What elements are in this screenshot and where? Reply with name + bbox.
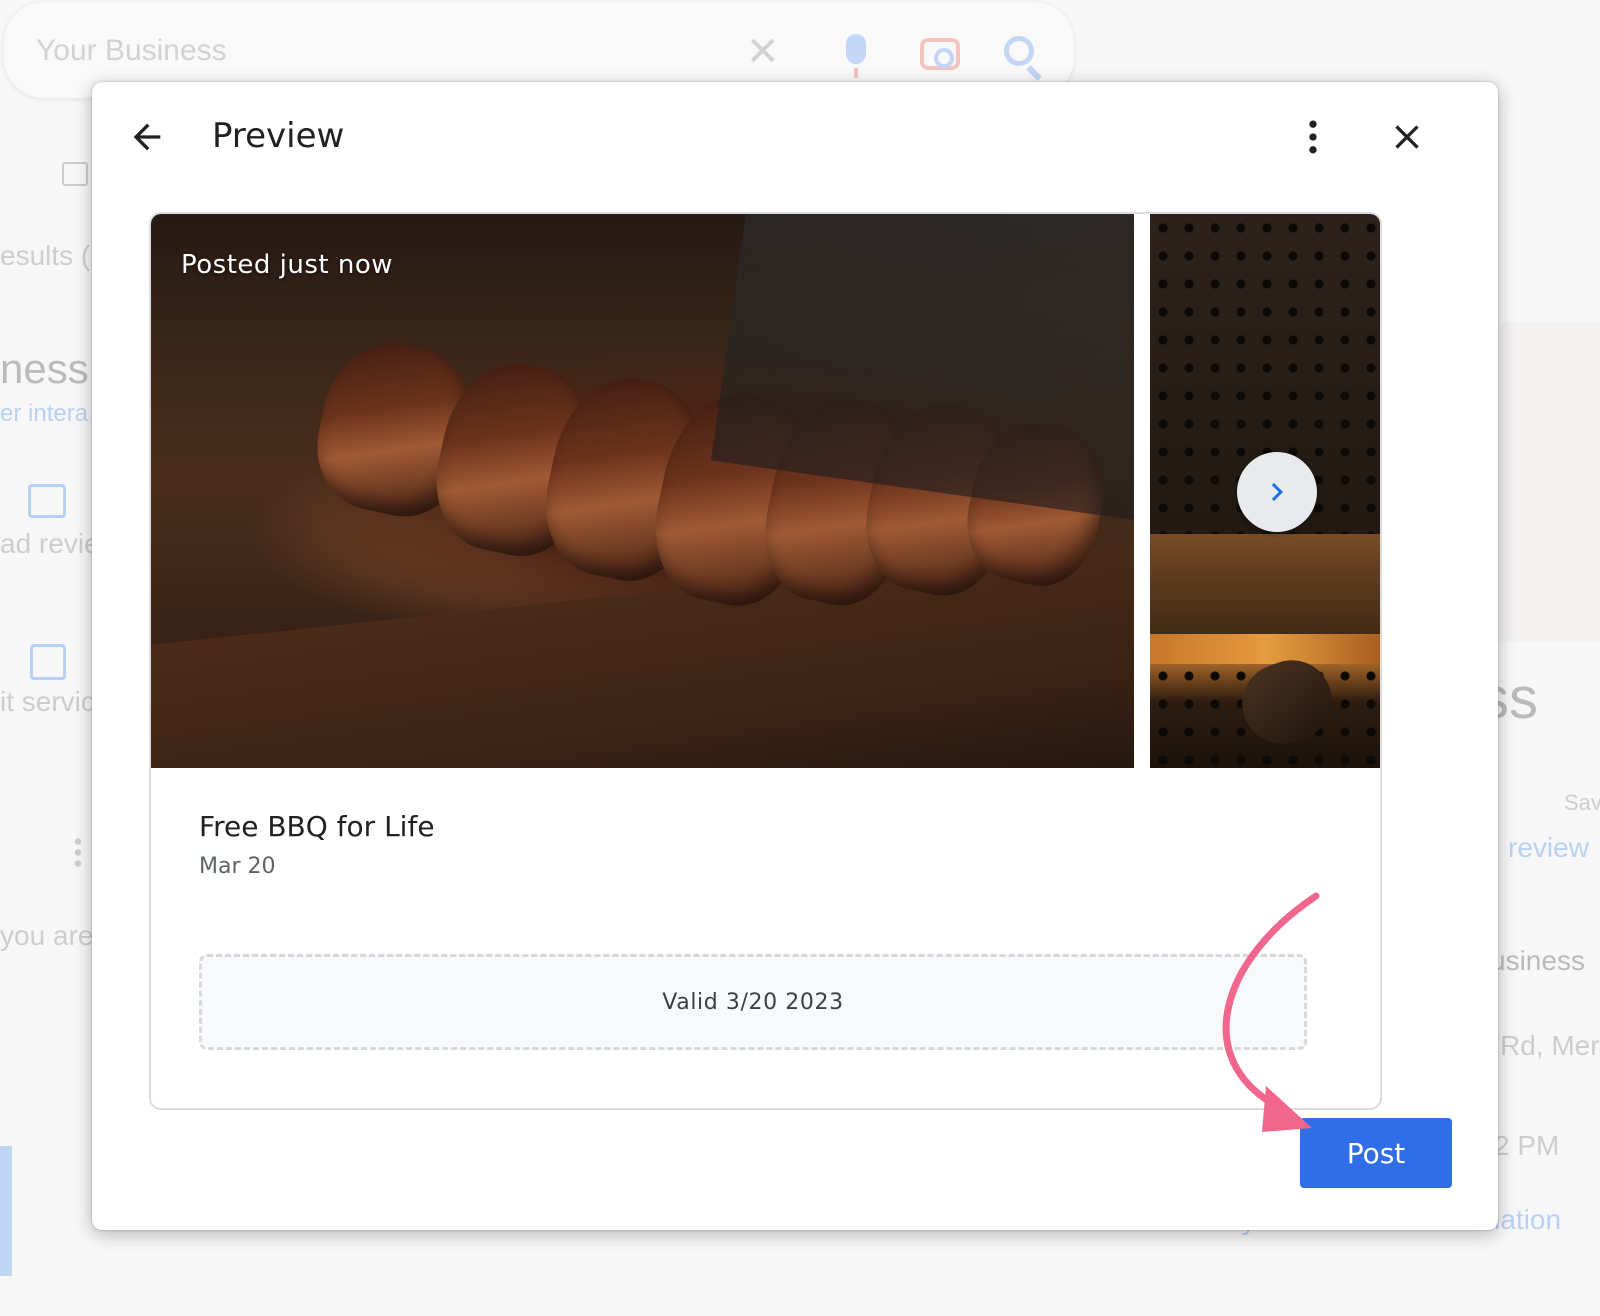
background-search-text: Your Business: [36, 34, 227, 67]
background-map: [1500, 322, 1600, 642]
back-button[interactable]: [122, 112, 172, 162]
offer-validity-text: Valid 3/20 2023: [662, 989, 844, 1015]
background-text: you are: [0, 920, 94, 951]
dialog-title: Preview: [212, 116, 345, 156]
background-review-icon: [28, 484, 66, 518]
photo-detail: [1231, 649, 1343, 755]
background-list-icon: [30, 644, 66, 680]
post-title: Free BBQ for Life: [199, 810, 435, 843]
background-text: ness: [0, 345, 89, 392]
background-text: 2 PM: [1494, 1130, 1560, 1161]
post-photo-steak: Posted just now: [151, 214, 1134, 768]
background-clear-icon: ✕: [746, 30, 780, 74]
background-mic-icon: [846, 34, 866, 78]
background-photo-icon: [62, 162, 88, 186]
more-vert-icon: [1309, 120, 1317, 154]
background-blue-edge: [0, 1146, 12, 1276]
background-text: usiness: [1490, 945, 1585, 976]
arrow-left-icon: [133, 123, 161, 151]
post-date: Mar 20: [199, 854, 276, 879]
background-text: review: [1508, 832, 1589, 863]
close-button[interactable]: [1382, 112, 1432, 162]
background-search-icon: [1004, 36, 1034, 66]
background-text: ad revie: [0, 528, 100, 559]
background-text: er intera: [0, 400, 89, 427]
post-preview-card: Posted just now Free BBQ for Life Mar 20…: [149, 212, 1382, 1110]
more-options-button[interactable]: [1288, 112, 1338, 162]
close-icon: [1395, 125, 1419, 149]
background-text: esults (: [0, 240, 91, 271]
photo-divider: [1134, 214, 1150, 768]
background-text: Sav: [1564, 790, 1600, 815]
background-camera-icon: [920, 38, 960, 70]
photo-detail: [1150, 634, 1380, 664]
chevron-right-icon: [1271, 483, 1283, 501]
next-photo-button[interactable]: [1237, 452, 1317, 532]
offer-validity-box: Valid 3/20 2023: [199, 954, 1307, 1050]
background-more-icon: [74, 836, 82, 868]
post-button[interactable]: Post: [1300, 1118, 1452, 1188]
posted-time-label: Posted just now: [181, 250, 394, 280]
background-text: Rd, Mer: [1500, 1030, 1600, 1061]
background-text: it servic: [0, 686, 95, 717]
preview-dialog: Preview Posted just now Free BBQ for Lif…: [92, 82, 1498, 1230]
